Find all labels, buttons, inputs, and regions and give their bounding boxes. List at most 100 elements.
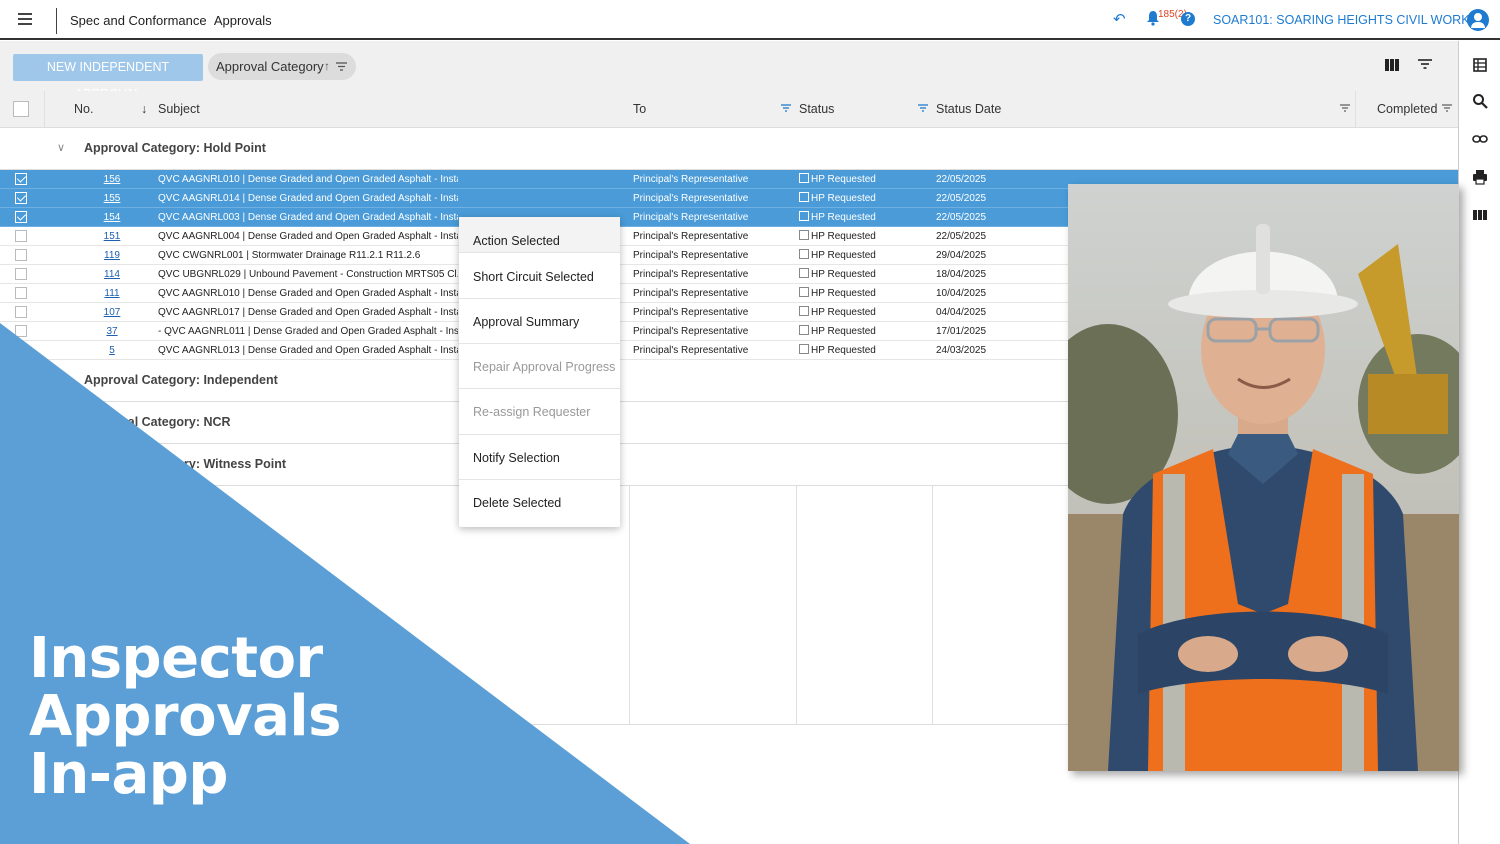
divider xyxy=(56,8,57,34)
menu-icon[interactable] xyxy=(18,13,32,25)
filter-icon[interactable] xyxy=(336,62,347,71)
undo-icon[interactable]: ↶ xyxy=(1113,10,1126,28)
row-checkbox[interactable] xyxy=(15,230,27,242)
approval-number-link[interactable]: 107 xyxy=(90,303,134,322)
status-date-cell: 22/05/2025 xyxy=(936,212,987,223)
status-text: HP Requested xyxy=(811,212,876,223)
group-by-chip[interactable]: Approval Category ↑ xyxy=(208,53,356,80)
row-checkbox[interactable] xyxy=(15,173,27,185)
approval-number-link[interactable]: 111 xyxy=(90,284,134,303)
filter-icon[interactable] xyxy=(1442,104,1452,112)
table-icon[interactable] xyxy=(1472,57,1488,73)
help-icon[interactable]: ? xyxy=(1181,12,1195,26)
status-date-cell: 22/05/2025 xyxy=(936,193,987,204)
section-title[interactable]: Approvals xyxy=(214,13,272,28)
column-divider xyxy=(629,486,630,724)
menu-item-label: Short Circuit Selected xyxy=(473,270,594,284)
approval-number-link[interactable]: 151 xyxy=(90,227,134,246)
menu-item-action-selected[interactable]: Action Selected xyxy=(459,217,620,253)
status-text: HP Requested xyxy=(811,326,876,337)
status-text: HP Requested xyxy=(811,307,876,318)
right-toolbar xyxy=(1458,41,1500,844)
row-checkbox[interactable] xyxy=(15,211,27,223)
print-icon[interactable] xyxy=(1472,169,1488,185)
approval-number-link[interactable]: 155 xyxy=(90,189,134,208)
status-checkbox-icon xyxy=(799,344,809,354)
to-cell: Principal's Representative xyxy=(633,288,749,299)
status-text: HP Requested xyxy=(811,269,876,280)
chevron-down-icon[interactable]: ∨ xyxy=(57,141,65,154)
grid-header: No. ↓ Subject To Status Status Date Comp… xyxy=(0,91,1458,128)
status-date-cell: 22/05/2025 xyxy=(936,231,987,242)
filter-icon[interactable] xyxy=(781,104,791,112)
module-title[interactable]: Spec and Conformance xyxy=(70,13,207,28)
menu-item-label: Repair Approval Progress xyxy=(473,360,616,374)
chevron-right-icon[interactable]: › xyxy=(57,457,61,469)
menu-item-reassign-requester[interactable]: Re-assign Requester xyxy=(459,389,620,435)
status-cell: HP Requested xyxy=(799,284,876,303)
search-icon[interactable] xyxy=(1472,93,1488,109)
sort-descending-icon[interactable]: ↓ xyxy=(141,102,147,116)
user-avatar-icon[interactable] xyxy=(1467,9,1489,31)
menu-item-repair-progress[interactable]: Repair Approval Progress xyxy=(459,344,620,389)
to-cell: Principal's Representative xyxy=(633,345,749,356)
subject-cell: - QVC AAGNRL011 | Dense Graded and Open … xyxy=(158,326,458,337)
status-text: HP Requested xyxy=(811,288,876,299)
column-header-status-date[interactable]: Status Date xyxy=(936,102,1001,116)
filter-icon[interactable] xyxy=(1340,104,1350,112)
approval-number-link[interactable]: 37 xyxy=(90,322,134,341)
sort-ascending-icon[interactable]: ↑ xyxy=(324,53,330,80)
breadcrumb: Spec and Conformance Approvals xyxy=(70,13,272,28)
row-checkbox[interactable] xyxy=(15,268,27,280)
menu-item-approval-summary[interactable]: Approval Summary xyxy=(459,299,620,344)
row-checkbox[interactable] xyxy=(15,306,27,318)
columns-icon[interactable] xyxy=(1472,207,1488,223)
column-header-subject[interactable]: Subject xyxy=(158,102,200,116)
status-checkbox-icon xyxy=(799,268,809,278)
grid-toolbar: NEW INDEPENDENT APPROVAL Approval Catego… xyxy=(0,41,1458,101)
project-selector[interactable]: SOAR101: SOARING HEIGHTS CIVIL WORKS xyxy=(1213,13,1478,27)
row-checkbox[interactable] xyxy=(15,287,27,299)
row-checkbox[interactable] xyxy=(15,192,27,204)
inspector-illustration xyxy=(1068,184,1459,771)
chevron-right-icon[interactable]: › xyxy=(57,415,61,427)
approval-number-link[interactable]: 114 xyxy=(90,265,134,284)
group-row-hold-point[interactable]: ∨ Approval Category: Hold Point xyxy=(0,128,1458,170)
column-divider xyxy=(1355,91,1356,127)
to-cell: Principal's Representative xyxy=(633,193,749,204)
subject-cell: QVC AAGNRL014 | Dense Graded and Open Gr… xyxy=(158,193,458,204)
to-cell: Principal's Representative xyxy=(633,250,749,261)
filter-icon[interactable] xyxy=(1418,58,1432,70)
link-icon[interactable] xyxy=(1472,131,1488,147)
subject-cell: QVC AAGNRL017 | Dense Graded and Open Gr… xyxy=(158,307,458,318)
approval-number-link[interactable]: 5 xyxy=(90,341,134,360)
column-header-no[interactable]: No. xyxy=(74,102,93,116)
chevron-right-icon[interactable]: › xyxy=(57,373,61,385)
row-checkbox[interactable] xyxy=(15,344,27,356)
select-all-checkbox[interactable] xyxy=(13,101,29,117)
status-cell: HP Requested xyxy=(799,208,876,227)
context-menu: Action Selected Short Circuit Selected A… xyxy=(459,217,620,527)
subject-cell: QVC CWGNRL001 | Stormwater Drainage R11.… xyxy=(158,250,421,261)
column-header-completed[interactable]: Completed xyxy=(1377,102,1437,116)
status-cell: HP Requested xyxy=(799,341,876,360)
menu-item-delete-selected[interactable]: Delete Selected xyxy=(459,480,620,527)
row-checkbox[interactable] xyxy=(15,325,27,337)
approval-number-link[interactable]: 156 xyxy=(90,170,134,189)
menu-item-short-circuit[interactable]: Short Circuit Selected xyxy=(459,253,620,299)
to-cell: Principal's Representative xyxy=(633,231,749,242)
column-header-to[interactable]: To xyxy=(633,102,646,116)
row-checkbox[interactable] xyxy=(15,249,27,261)
column-chooser-icon[interactable] xyxy=(1385,59,1399,71)
approval-number-link[interactable]: 119 xyxy=(90,246,134,265)
approval-number-link[interactable]: 154 xyxy=(90,208,134,227)
status-text: HP Requested xyxy=(811,193,876,204)
promo-title-line: Inspector xyxy=(29,626,323,691)
new-independent-approval-button[interactable]: NEW INDEPENDENT APPROVAL xyxy=(13,54,203,101)
column-header-status[interactable]: Status xyxy=(799,102,834,116)
status-checkbox-icon xyxy=(799,325,809,335)
filter-icon[interactable] xyxy=(918,104,928,112)
status-cell: HP Requested xyxy=(799,170,876,189)
status-text: HP Requested xyxy=(811,174,876,185)
menu-item-notify-selection[interactable]: Notify Selection xyxy=(459,435,620,480)
